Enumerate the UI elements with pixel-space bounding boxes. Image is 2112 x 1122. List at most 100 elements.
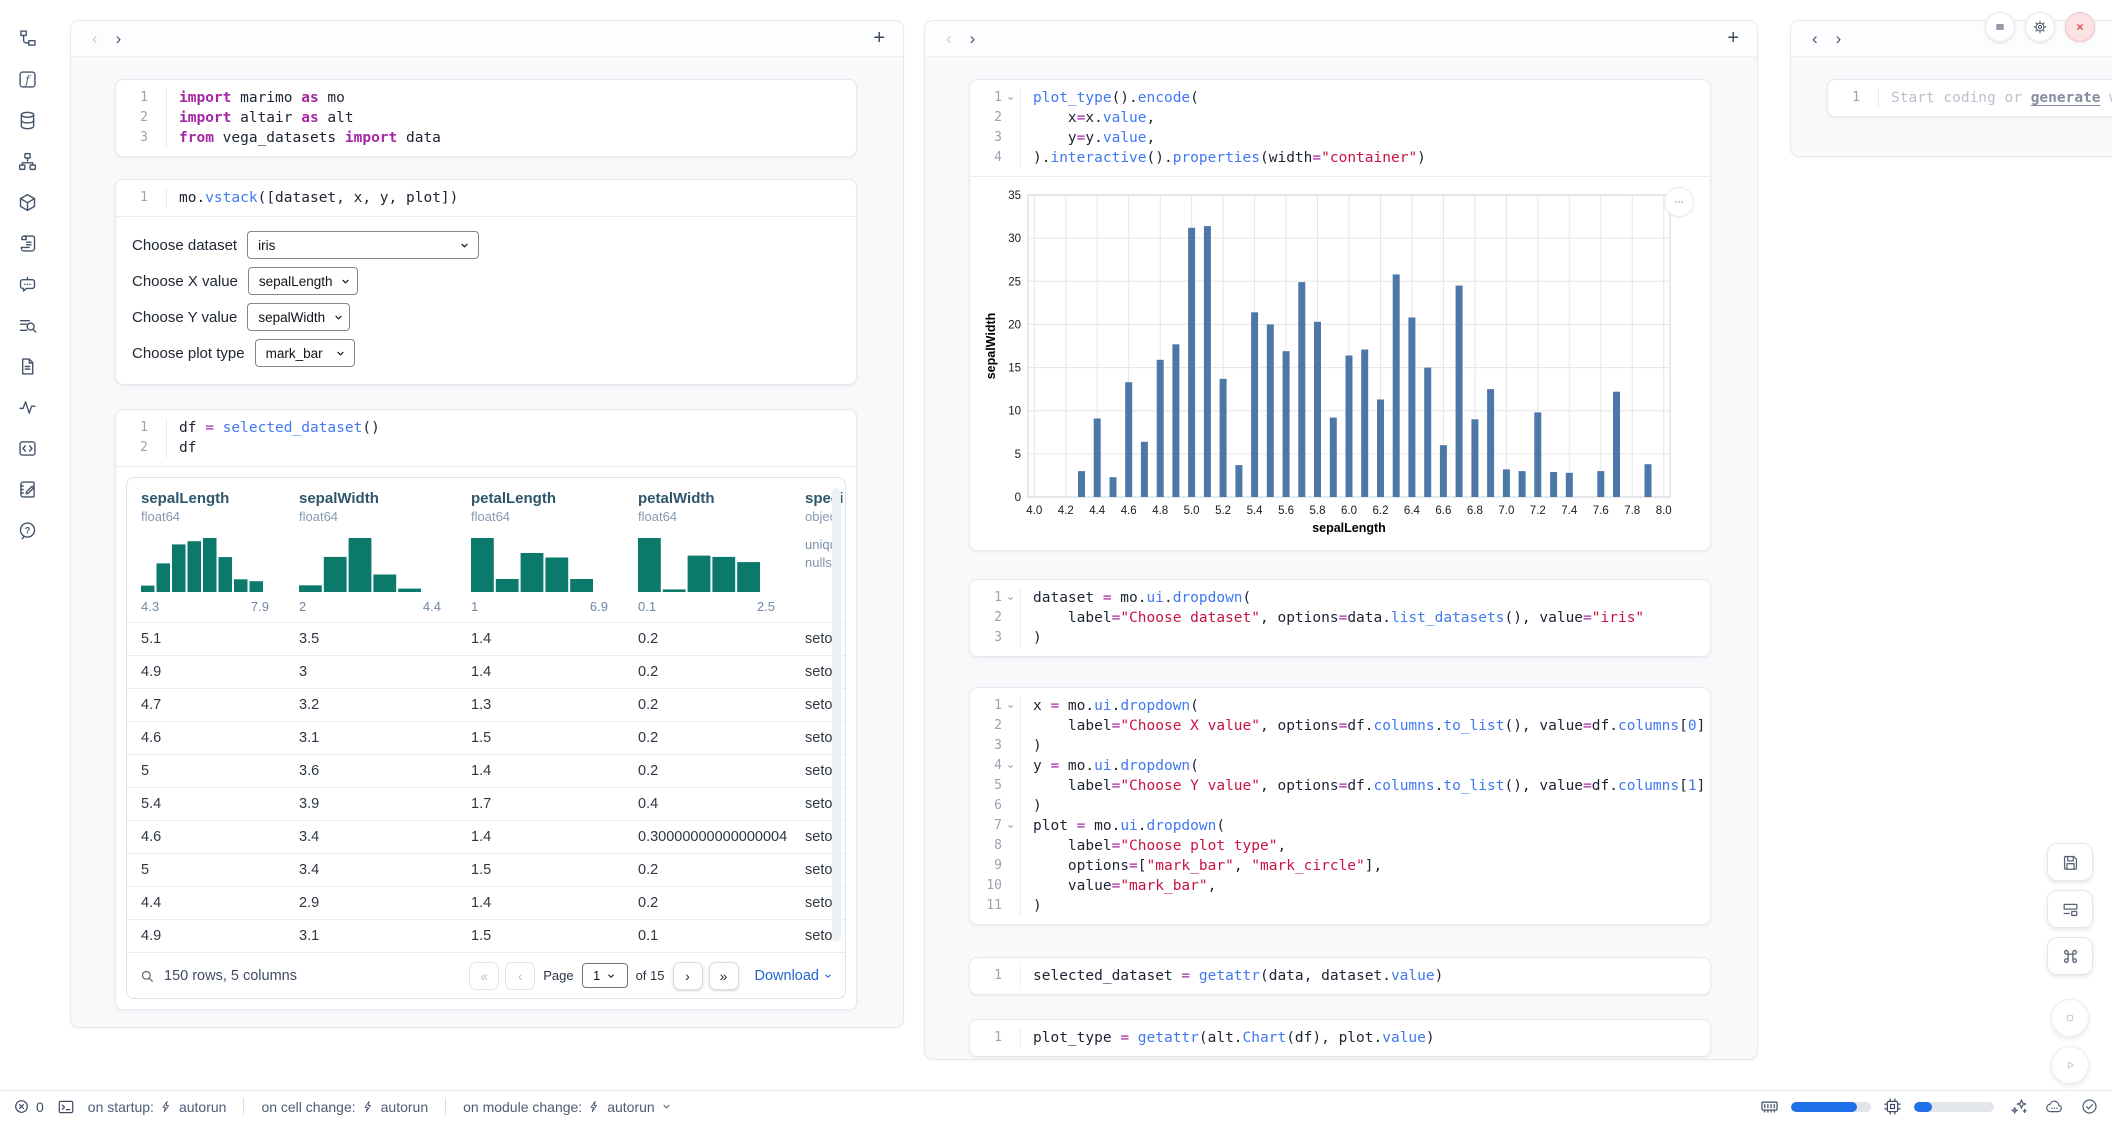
page-select[interactable]: 1: [582, 963, 628, 988]
run-button[interactable]: [2051, 1046, 2089, 1084]
table-cell: 5.4: [127, 796, 285, 812]
sidebar-scratchpad-button[interactable]: [15, 312, 41, 338]
empty-cell: 1 Start coding or generate with: [1827, 79, 2112, 117]
column-back-button[interactable]: ‹: [1803, 28, 1827, 49]
code-editor[interactable]: 1selected_dataset = getattr(data, datase…: [970, 958, 1710, 994]
fold-gutter: [148, 88, 164, 108]
column-forward-button[interactable]: ›: [961, 28, 985, 49]
column-header[interactable]: petalWidthfloat640.12.5: [624, 478, 791, 622]
plot-type-select[interactable]: mark_bar: [255, 339, 355, 367]
next-page-button[interactable]: ›: [673, 962, 703, 990]
add-cell-button[interactable]: +: [867, 27, 891, 50]
last-page-button[interactable]: »: [709, 962, 739, 990]
connect-button[interactable]: [2045, 1097, 2064, 1116]
column-back-button[interactable]: ‹: [937, 28, 961, 49]
sidebar-tracing-button[interactable]: [15, 394, 41, 420]
close-button[interactable]: [2065, 12, 2095, 42]
dataset-select[interactable]: iris: [247, 231, 479, 259]
status-bar: 0 on startup:autorun on cell change:autoru…: [0, 1090, 2112, 1122]
sidebar-functions-button[interactable]: f: [15, 66, 41, 92]
add-cell-button[interactable]: +: [1721, 27, 1745, 50]
layout-button[interactable]: [2047, 890, 2093, 928]
plot-type-cell: 1plot_type = getattr(alt.Chart(df), plot…: [969, 1019, 1711, 1057]
plot-cell: 1plot_type().encode(2 x=x.value,3 y=y.va…: [969, 79, 1711, 551]
svg-text:6.2: 6.2: [1373, 505, 1389, 517]
sidebar-chat-button[interactable]: [15, 271, 41, 297]
sidebar-file-tree-button[interactable]: [15, 25, 41, 51]
prev-page-button[interactable]: ‹: [505, 962, 535, 990]
code-editor[interactable]: 1dataset = mo.ui.dropdown(2 label="Choos…: [970, 580, 1710, 656]
sparkles-button[interactable]: [2010, 1097, 2029, 1116]
line-number: 1: [116, 88, 148, 108]
code-editor[interactable]: 1mo.vstack([dataset, x, y, plot]): [116, 180, 856, 216]
first-page-button[interactable]: «: [469, 962, 499, 990]
sidebar-notebook-button[interactable]: [15, 476, 41, 502]
fold-toggle[interactable]: [1002, 696, 1018, 716]
column-header[interactable]: sepalLengthfloat644.37.9: [127, 478, 285, 622]
table-cell: 3.1: [285, 928, 457, 944]
fold-toggle[interactable]: [1002, 88, 1018, 108]
chart-menu-button[interactable]: [1664, 187, 1694, 217]
sidebar-help-button[interactable]: ?: [15, 517, 41, 543]
altair-bar-chart[interactable]: 4.04.24.44.64.85.05.25.45.65.86.06.26.46…: [982, 187, 1682, 539]
line-number: 1: [1828, 88, 1860, 108]
connect-icon: [2045, 1097, 2064, 1116]
sidebar-documentation-button[interactable]: [15, 353, 41, 379]
x-value-select[interactable]: sepalLength: [248, 267, 358, 295]
select-value: sepalLength: [259, 274, 333, 289]
floating-actions: [2046, 843, 2094, 1084]
editor-placeholder: Start coding or generate with: [1891, 90, 2112, 106]
runtime-setting-1[interactable]: on cell change:autorun: [261, 1099, 428, 1115]
table-row: 53.61.40.2setos: [127, 754, 845, 787]
code-editor[interactable]: 1plot_type().encode(2 x=x.value,3 y=y.va…: [970, 80, 1710, 176]
fold-toggle[interactable]: [1002, 816, 1018, 836]
table-search-button[interactable]: [139, 968, 155, 984]
column-name: sepalWidth: [299, 490, 451, 507]
code-line: plot_type = getattr(alt.Chart(df), plot.…: [1020, 1028, 1710, 1048]
code-editor[interactable]: 1 Start coding or generate with: [1828, 80, 2112, 116]
code-editor[interactable]: 1import marimo as mo2import altair as al…: [116, 80, 856, 156]
save-icon: [2061, 853, 2080, 872]
column-header[interactable]: petalLengthfloat6416.9: [457, 478, 624, 622]
settings-button[interactable]: [2025, 12, 2055, 42]
svg-text:6.6: 6.6: [1435, 505, 1451, 517]
column-forward-button[interactable]: ›: [107, 28, 131, 49]
download-button[interactable]: Download: [755, 968, 834, 984]
sidebar-database-button[interactable]: [15, 107, 41, 133]
fold-gutter: [1002, 736, 1018, 756]
column-forward-button[interactable]: ›: [1827, 28, 1851, 49]
fold-toggle[interactable]: [1002, 756, 1018, 776]
selected-dataset-cell: 1selected_dataset = getattr(data, datase…: [969, 957, 1711, 995]
table-scrollbar[interactable]: [832, 488, 841, 942]
code-editor[interactable]: 1x = mo.ui.dropdown(2 label="Choose X va…: [970, 688, 1710, 924]
table-cell: 4.4: [127, 895, 285, 911]
sidebar-logs-button[interactable]: [15, 230, 41, 256]
error-count-button[interactable]: 0: [13, 1098, 44, 1115]
code-line: label="Choose dataset", options=data.lis…: [1020, 608, 1710, 628]
code-line: ): [1020, 896, 1710, 916]
fold-chevron-icon: [1006, 594, 1015, 603]
menu-button[interactable]: [1985, 12, 2015, 42]
sidebar-package-button[interactable]: [15, 189, 41, 215]
command-button[interactable]: [2047, 937, 2093, 975]
column-header[interactable]: sepalWidthfloat6424.4: [285, 478, 457, 622]
search-icon: [139, 968, 155, 984]
code-editor[interactable]: 1df = selected_dataset()2df: [116, 410, 856, 466]
svg-text:5.8: 5.8: [1310, 505, 1326, 517]
sidebar-snippets-button[interactable]: [15, 435, 41, 461]
code-line: plot = mo.ui.dropdown(: [1020, 816, 1710, 836]
table-cell: 3.4: [285, 862, 457, 878]
check-circle-button[interactable]: [2080, 1097, 2099, 1116]
sidebar-dependency-graph-button[interactable]: [15, 148, 41, 174]
generate-with-ai-link[interactable]: generate: [2031, 90, 2101, 106]
runtime-setting-0[interactable]: on startup:autorun: [88, 1099, 227, 1115]
stop-button[interactable]: [2051, 999, 2089, 1037]
fold-gutter: [1002, 628, 1018, 648]
save-button[interactable]: [2047, 843, 2093, 881]
code-editor[interactable]: 1plot_type = getattr(alt.Chart(df), plot…: [970, 1020, 1710, 1056]
column-back-button[interactable]: ‹: [83, 28, 107, 49]
y-value-select[interactable]: sepalWidth: [247, 303, 350, 331]
terminal-button[interactable]: [57, 1098, 75, 1116]
fold-toggle[interactable]: [1002, 588, 1018, 608]
runtime-setting-2[interactable]: on module change:autorun: [463, 1099, 672, 1115]
